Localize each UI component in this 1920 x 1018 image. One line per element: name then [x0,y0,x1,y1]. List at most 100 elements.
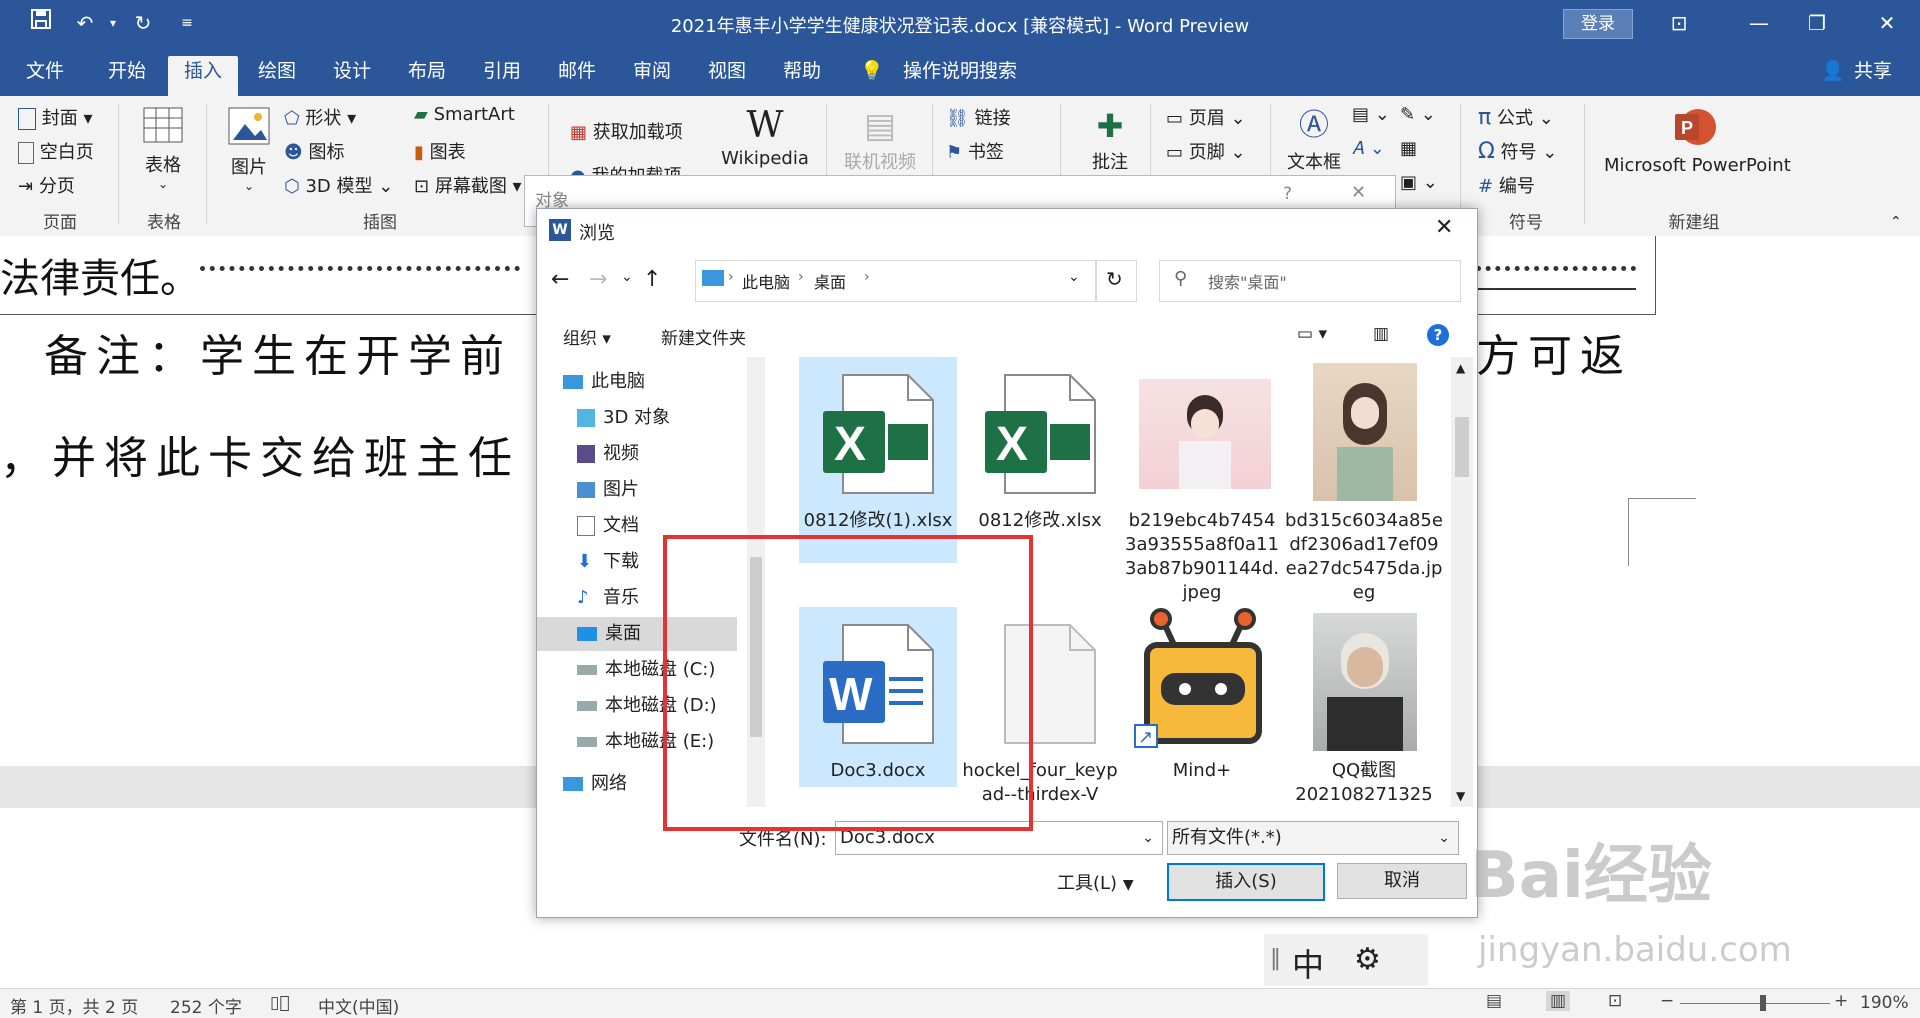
file-item[interactable]: X 0812修改(1).xlsx [799,357,957,563]
view-options-icon[interactable]: ▭ ▾ [1297,324,1327,344]
zoom-slider-thumb[interactable] [1760,995,1766,1011]
refresh-button[interactable]: ↻ [1095,260,1137,302]
shapes-button[interactable]: ⬠ 形状 ▾ [284,104,356,130]
footer-button[interactable]: ▭ 页脚 ⌄ [1166,138,1246,164]
web-layout-icon[interactable]: ⊡ [1608,991,1622,1011]
wikipedia-button[interactable]: W Wikipedia [720,104,810,169]
read-mode-icon[interactable]: ▤ [1486,991,1502,1011]
icons-button[interactable]: ☻ 图标 [284,138,345,164]
zoom-out-icon[interactable]: − [1660,991,1674,1011]
status-page[interactable]: 第 1 页，共 2 页 [10,993,138,1018]
close-icon[interactable]: ✕ [1862,6,1912,40]
textbox-button[interactable]: Ⓐ 文本框 [1284,104,1344,174]
files-scrollbar[interactable]: ▲ ▼ [1451,357,1473,807]
nav-pictures[interactable]: 图片 [577,473,639,507]
restore-icon[interactable]: ❐ [1792,6,1842,40]
nav-network[interactable]: 网络 [563,767,627,801]
tab-file[interactable]: 文件 [22,56,68,96]
collapse-ribbon-icon[interactable]: ⌃ [1890,214,1902,230]
wordart-icon[interactable]: 𝐴 ⌄ [1352,138,1385,159]
tab-mailings[interactable]: 邮件 [554,56,600,96]
zoom-in-icon[interactable]: + [1834,991,1848,1011]
recent-locations-icon[interactable]: ⌄ [621,269,633,285]
link-button[interactable]: ⛓ 链接 [946,104,1011,130]
share-button[interactable]: 共享 [1850,56,1896,96]
object-icon[interactable]: ▣ ⌄ [1400,172,1438,193]
filetype-dropdown-icon[interactable]: ⌄ [1438,822,1450,854]
address-dropdown-icon[interactable]: ⌄ [1068,269,1080,285]
login-button[interactable]: 登录 [1563,9,1633,39]
nav-3d-objects[interactable]: 3D 对象 [577,401,670,435]
quick-parts-icon[interactable]: ▤ ⌄ [1352,104,1390,125]
nav-music[interactable]: ♪ 音乐 [577,581,639,615]
blank-page-button[interactable]: 空白页 [18,138,94,164]
tab-help[interactable]: 帮助 [779,56,825,96]
up-arrow-icon[interactable]: ↑ [643,267,661,292]
3d-models-button[interactable]: ⬡ 3D 模型 ⌄ [284,172,393,198]
tell-me-search[interactable]: 操作说明搜索 [900,56,1020,96]
dialog-close-icon[interactable]: ✕ [1435,215,1453,240]
status-words[interactable]: 252 个字 [170,993,242,1018]
online-video-button[interactable]: ▤ 联机视频 [838,104,922,174]
minimize-icon[interactable]: — [1734,6,1784,40]
ime-mode-toggle[interactable]: 中 [1292,940,1324,986]
comment-button[interactable]: ✚ 批注 [1082,104,1138,174]
object-dialog-help[interactable]: ? [1283,184,1292,204]
tab-layout[interactable]: 布局 [404,56,450,96]
filename-dropdown-icon[interactable]: ⌄ [1142,822,1154,854]
tab-design[interactable]: 设计 [329,56,375,96]
table-button[interactable]: 表格 ⌄ [138,104,188,191]
date-time-icon[interactable]: ▦ [1400,138,1417,159]
number-button[interactable]: # 编号 [1478,172,1535,198]
tools-menu[interactable]: 工具(L) ▼ [1057,869,1134,895]
nav-documents[interactable]: 文档 [577,509,639,543]
equation-button[interactable]: π 公式 ⌄ [1478,104,1554,130]
cover-page-button[interactable]: 封面 ▾ [18,104,93,130]
print-layout-icon[interactable]: ▥ [1546,991,1571,1011]
forward-arrow-icon[interactable]: → [589,267,607,292]
tab-review[interactable]: 审阅 [629,56,675,96]
tab-view[interactable]: 视图 [704,56,750,96]
powerpoint-button[interactable]: P Microsoft PowerPoint [1604,104,1791,176]
scroll-up-icon[interactable]: ▲ [1456,361,1465,375]
back-arrow-icon[interactable]: ← [551,267,569,292]
symbol-button[interactable]: Ω 符号 ⌄ [1478,138,1557,164]
tab-references[interactable]: 引用 [479,56,525,96]
breadcrumb-this-pc[interactable]: 此电脑 [742,269,790,293]
files-scroll-thumb[interactable] [1455,417,1469,477]
organize-button[interactable]: 组织 ▾ [563,324,611,349]
new-folder-button[interactable]: 新建文件夹 [661,324,746,349]
breadcrumb-desktop[interactable]: 桌面 [814,269,846,293]
address-bar[interactable]: › 此电脑 › 桌面 › ⌄ [695,260,1097,302]
ribbon-display-icon[interactable]: ⊡ [1654,6,1704,40]
header-button[interactable]: ▭ 页眉 ⌄ [1166,104,1246,130]
search-box[interactable]: ⚲ 搜索"桌面" [1159,260,1461,302]
scroll-down-icon[interactable]: ▼ [1456,789,1465,803]
bookmark-button[interactable]: ⚑ 书签 [946,138,1004,164]
nav-this-pc[interactable]: 此电脑 [563,365,645,399]
filetype-select[interactable]: 所有文件(*.*) ⌄ [1167,821,1459,855]
ime-drag-handle-icon[interactable]: ‖ [1270,946,1281,971]
gear-icon[interactable]: ⚙ [1354,942,1381,977]
tab-home[interactable]: 开始 [104,56,150,96]
status-language[interactable]: 中文(中国) [318,993,399,1018]
get-addins-button[interactable]: ▦ 获取加载项 [570,118,683,144]
picture-button[interactable]: 图片 ⌄ [224,104,274,193]
nav-downloads[interactable]: ⬇ 下载 [577,545,639,579]
cancel-button[interactable]: 取消 [1337,863,1467,899]
signature-line-icon[interactable]: ✎ ⌄ [1400,104,1436,125]
proofing-icon[interactable]: ▯⃞ [270,993,290,1013]
nav-videos[interactable]: 视频 [577,437,639,471]
smartart-button[interactable]: ▰ SmartArt [414,104,515,125]
insert-button[interactable]: 插入(S) [1167,863,1325,901]
page-break-button[interactable]: ⇥ 分页 [18,172,75,198]
screenshot-button[interactable]: ⊡ 屏幕截图 ▾ [414,172,522,198]
object-dialog-close-icon[interactable]: ✕ [1351,182,1366,203]
preview-pane-icon[interactable]: ▥ [1373,324,1389,344]
tab-draw[interactable]: 绘图 [254,56,300,96]
help-icon[interactable]: ? [1427,324,1449,346]
zoom-slider[interactable] [1680,1003,1830,1004]
tab-insert[interactable]: 插入 [168,56,238,96]
zoom-level[interactable]: 190% [1860,993,1909,1013]
chart-button[interactable]: ▮ 图表 [414,138,466,164]
